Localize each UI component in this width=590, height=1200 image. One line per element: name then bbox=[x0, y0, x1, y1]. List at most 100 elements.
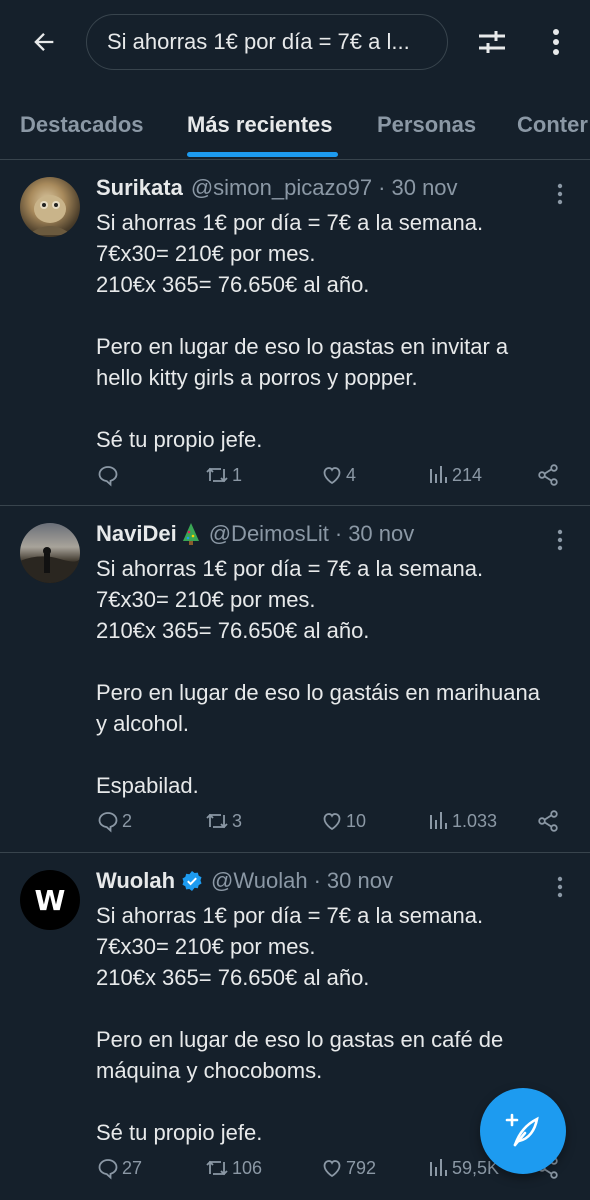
avatar[interactable] bbox=[20, 177, 80, 237]
retweet-button[interactable]: 106 bbox=[204, 1156, 262, 1180]
tweet-actions: 1 4 214 bbox=[96, 463, 566, 493]
tweet-line: Si ahorras 1€ por día = 7€ a la semana. bbox=[96, 210, 484, 235]
tweet-more-button[interactable] bbox=[548, 179, 572, 209]
avatar[interactable]: W bbox=[20, 870, 80, 930]
tweet-line: Pero en lugar de eso lo gastáis en marih… bbox=[96, 680, 540, 705]
like-button[interactable]: 10 bbox=[320, 809, 366, 833]
search-query: Si ahorras 1€ por día = 7€ a l... bbox=[107, 29, 410, 54]
arrow-left-icon bbox=[34, 33, 54, 51]
reply-button[interactable] bbox=[96, 463, 122, 487]
views-button[interactable]: 214 bbox=[428, 463, 482, 487]
retweet-count: 3 bbox=[232, 810, 243, 831]
heart-icon bbox=[323, 467, 341, 485]
search-input[interactable]: Si ahorras 1€ por día = 7€ a l... bbox=[86, 14, 448, 70]
retweet-count: 106 bbox=[232, 1157, 263, 1178]
christmas-tree-icon bbox=[181, 522, 201, 546]
reply-icon bbox=[98, 1159, 118, 1180]
reply-button[interactable]: 2 bbox=[96, 809, 132, 833]
more-vertical-icon bbox=[557, 529, 563, 551]
tab-destacados[interactable]: Destacados bbox=[20, 112, 144, 138]
user-handle[interactable]: @Wuolah bbox=[211, 868, 308, 894]
tweet-actions: 2 3 10 1.033 bbox=[96, 809, 566, 839]
tweet[interactable]: Surikata @simon_picazo97 · 30 nov Si aho… bbox=[0, 161, 590, 506]
avatar[interactable] bbox=[20, 523, 80, 583]
like-count: 10 bbox=[346, 810, 367, 831]
tab-contenido[interactable]: Conter bbox=[517, 112, 588, 138]
more-vertical-icon bbox=[553, 29, 559, 55]
tweet-line: Pero en lugar de eso lo gastas en invita… bbox=[96, 334, 509, 359]
tweet-date[interactable]: 30 nov bbox=[348, 521, 414, 547]
like-button[interactable]: 792 bbox=[320, 1156, 376, 1180]
tweet-line: Sé tu propio jefe. bbox=[96, 427, 263, 452]
heart-icon bbox=[323, 813, 341, 831]
share-icon bbox=[538, 810, 558, 832]
tweet-line: Si ahorras 1€ por día = 7€ a la semana. bbox=[96, 556, 484, 581]
tweet-line: y alcohol. bbox=[96, 711, 189, 736]
back-button[interactable] bbox=[26, 24, 62, 60]
share-icon bbox=[538, 464, 558, 486]
filter-button[interactable] bbox=[472, 22, 512, 62]
share-button[interactable] bbox=[536, 809, 562, 833]
tweet-header: NaviDei @DeimosLit · 30 nov bbox=[96, 521, 414, 547]
tweet-line: hello kitty girls a porros y popper. bbox=[96, 365, 418, 390]
tweet-header: Surikata @simon_picazo97 · 30 nov bbox=[96, 175, 458, 201]
tab-mas-recientes[interactable]: Más recientes bbox=[187, 112, 333, 138]
retweet-button[interactable]: 1 bbox=[204, 463, 242, 487]
tweet-line: 210€x 365= 76.650€ al año. bbox=[96, 618, 370, 643]
tweet-more-button[interactable] bbox=[548, 525, 572, 555]
like-button[interactable]: 4 bbox=[320, 463, 356, 487]
retweet-icon bbox=[206, 1160, 228, 1176]
user-handle[interactable]: @simon_picazo97 bbox=[191, 175, 372, 201]
tweet-more-button[interactable] bbox=[548, 872, 572, 902]
avatar-image bbox=[20, 547, 80, 583]
verified-badge-icon bbox=[181, 870, 203, 892]
top-bar: Si ahorras 1€ por día = 7€ a l... bbox=[0, 0, 590, 88]
tweet-line: 7€x30= 210€ por mes. bbox=[96, 934, 316, 959]
sliders-icon bbox=[479, 31, 505, 53]
tab-personas[interactable]: Personas bbox=[377, 112, 476, 138]
display-name[interactable]: NaviDei bbox=[96, 521, 177, 547]
more-options-button[interactable] bbox=[540, 22, 572, 62]
reply-count: 2 bbox=[122, 810, 133, 831]
tweet-text: Si ahorras 1€ por día = 7€ a la semana. … bbox=[96, 207, 566, 455]
tweet-date[interactable]: 30 nov bbox=[391, 175, 457, 201]
reply-icon bbox=[98, 812, 118, 833]
reply-button[interactable]: 27 bbox=[96, 1156, 142, 1180]
tweet-line: máquina y chocoboms. bbox=[96, 1058, 323, 1083]
avatar-letter: W bbox=[34, 883, 66, 917]
compose-icon bbox=[505, 1113, 539, 1147]
user-handle[interactable]: @DeimosLit bbox=[209, 521, 329, 547]
display-name[interactable]: Wuolah bbox=[96, 868, 175, 894]
tweet-line: 7€x30= 210€ por mes. bbox=[96, 587, 316, 612]
retweet-icon bbox=[206, 813, 228, 829]
retweet-button[interactable]: 3 bbox=[204, 809, 242, 833]
views-count: 214 bbox=[452, 464, 483, 485]
more-vertical-icon bbox=[557, 183, 563, 205]
separator-dot: · bbox=[313, 868, 321, 893]
separator-dot: · bbox=[378, 175, 386, 200]
avatar-image bbox=[28, 195, 72, 235]
tweet-text: Si ahorras 1€ por día = 7€ a la semana. … bbox=[96, 553, 566, 801]
separator-dot: · bbox=[334, 521, 343, 546]
compose-button[interactable] bbox=[480, 1088, 566, 1174]
tweet-line: Si ahorras 1€ por día = 7€ a la semana. bbox=[96, 903, 484, 928]
views-button[interactable]: 59,5K bbox=[428, 1156, 499, 1180]
search-tabs: Destacados Más recientes Personas Conter bbox=[0, 88, 590, 160]
tweet[interactable]: NaviDei @DeimosLit · 30 nov Si ahorras 1… bbox=[0, 507, 590, 853]
tweet-date[interactable]: 30 nov bbox=[327, 868, 393, 894]
share-button[interactable] bbox=[536, 463, 562, 487]
more-vertical-icon bbox=[557, 876, 563, 898]
retweet-count: 1 bbox=[232, 464, 243, 485]
views-button[interactable]: 1.033 bbox=[428, 809, 497, 833]
heart-icon bbox=[323, 1160, 341, 1178]
retweet-icon bbox=[206, 467, 228, 483]
tweet-line: 7€x30= 210€ por mes. bbox=[96, 241, 316, 266]
display-name[interactable]: Surikata bbox=[96, 175, 183, 201]
like-count: 4 bbox=[346, 464, 357, 485]
views-icon bbox=[430, 466, 447, 483]
views-count: 1.033 bbox=[452, 810, 498, 831]
tweet-line: Pero en lugar de eso lo gastas en café d… bbox=[96, 1027, 504, 1052]
like-count: 792 bbox=[346, 1157, 377, 1178]
active-tab-indicator bbox=[187, 152, 338, 157]
reply-icon bbox=[98, 466, 118, 487]
